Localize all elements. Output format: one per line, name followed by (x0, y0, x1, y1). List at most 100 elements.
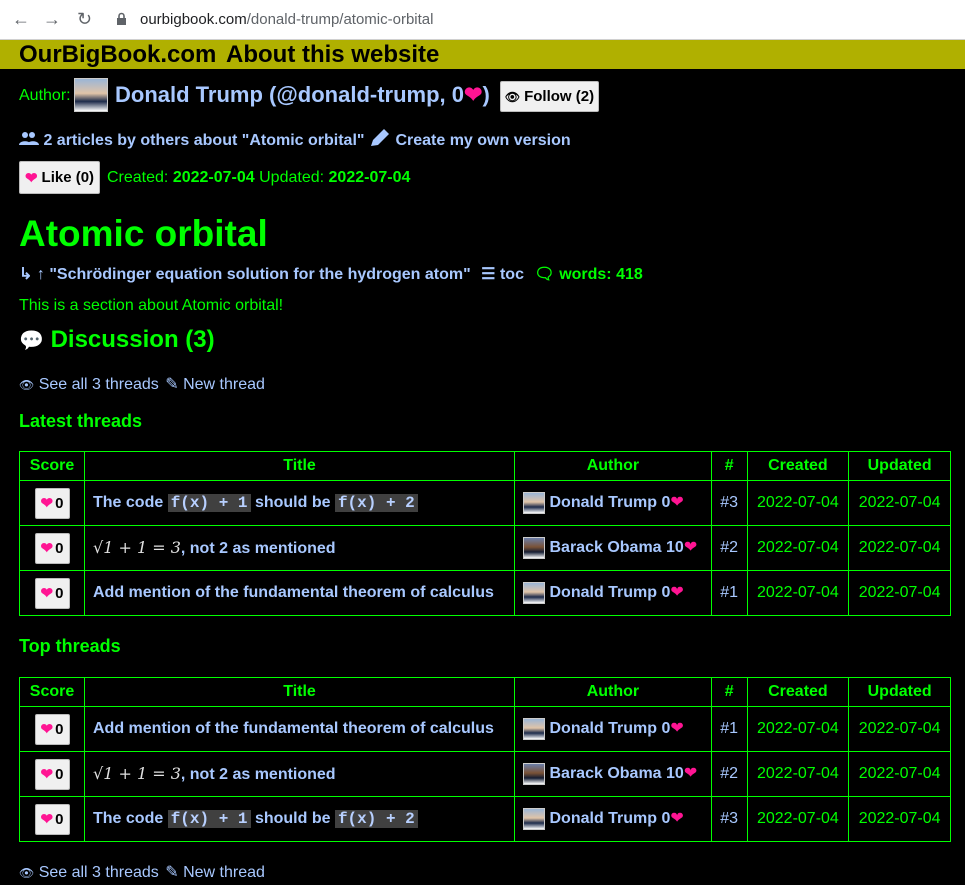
thread-title-link[interactable]: The code f(x) + 1 should be f(x) + 2 (93, 494, 418, 512)
back-arrow-icon[interactable]: ← (12, 9, 30, 30)
thread-number[interactable]: #2 (710, 751, 748, 797)
top-threads-table: Score Title Author # Created Updated ❤ 0 Add men… (19, 677, 951, 842)
like-thread-button[interactable]: ❤ 0 (34, 532, 70, 564)
like-thread-button[interactable]: ❤ 0 (34, 577, 70, 609)
updated-date: 2022-07-04 (848, 796, 951, 842)
author-link[interactable]: Donald Trump (@donald-trump, 0❤) (115, 82, 490, 108)
column-header[interactable]: Author (514, 451, 712, 481)
author-link[interactable]: Donald Trump 0❤ (523, 492, 684, 514)
column-header[interactable]: Created (746, 677, 850, 707)
author-link[interactable]: Donald Trump 0❤ (523, 718, 684, 740)
author-link[interactable]: Barack Obama 10❤ (523, 537, 697, 559)
about-link[interactable]: About this website (226, 41, 439, 69)
score-value: 0 (55, 494, 64, 512)
see-all-label: See all 3 threads (38, 376, 159, 393)
score-cell: ❤ 0 (19, 796, 85, 842)
comment-icon: 🗨 (534, 266, 555, 283)
thread-title-link[interactable]: Add mention of the fundamental theorem o… (93, 584, 494, 601)
see-all-threads-link[interactable]: 👁 See all 3 threads (19, 864, 159, 881)
article-body: This is a section about Atomic orbital! (19, 297, 284, 314)
table-row: ❤ 0 The code f(x) + 1 should be f(x) + 2 D… (19, 796, 951, 842)
column-header[interactable]: Title (83, 451, 516, 481)
avatar (523, 718, 546, 740)
heart-icon: ❤ (670, 810, 684, 828)
column-header[interactable]: Score (19, 451, 85, 481)
reload-icon[interactable]: ↻ (77, 9, 92, 30)
thread-title: Add mention of the fundamental theorem o… (93, 720, 494, 737)
column-header[interactable]: Score (19, 677, 85, 707)
updated-label: Updated: (259, 169, 325, 186)
updated-date: 2022-07-04 (848, 525, 951, 571)
latest-threads-table: Score Title Author # Created Updated ❤ 0 The cod… (19, 451, 951, 616)
author-cell: Donald Trump 0❤ (514, 480, 712, 526)
lock-icon[interactable] (116, 12, 127, 31)
others-articles-label: 2 articles by others about "Atomic orbit… (43, 132, 365, 149)
see-all-threads-link[interactable]: 👁 See all 3 threads (19, 376, 159, 393)
column-header[interactable]: # (710, 451, 748, 481)
inline-code: f(x) + 2 (334, 494, 418, 512)
discussion-links: 👁 See all 3 threads ✎ New thread (19, 374, 265, 394)
heart-icon: ❤ (40, 540, 54, 557)
math-expression: √1 + 1 = 3 (93, 538, 181, 557)
thread-title-link[interactable]: √1 + 1 = 3, not 2 as mentioned (93, 764, 336, 783)
thread-number[interactable]: #1 (710, 570, 748, 616)
author-cell: Barack Obama 10❤ (514, 525, 712, 571)
column-header[interactable]: # (710, 677, 748, 707)
column-header[interactable]: Author (514, 677, 712, 707)
follow-label: Follow (2) (524, 88, 595, 105)
score-cell: ❤ 0 (19, 525, 85, 571)
author-link[interactable]: Donald Trump 0❤ (523, 582, 684, 604)
thread-title-link[interactable]: √1 + 1 = 3, not 2 as mentioned (93, 538, 336, 557)
thread-title-link[interactable]: Add mention of the fundamental theorem o… (93, 720, 494, 737)
forward-arrow-icon[interactable]: → (43, 9, 61, 30)
score-value: 0 (55, 539, 64, 557)
like-thread-button[interactable]: ❤ 0 (34, 758, 70, 790)
created-date: 2022-07-04 (746, 480, 850, 526)
updated-date: 2022-07-04 (848, 706, 951, 752)
like-thread-button[interactable]: ❤ 0 (34, 803, 70, 835)
thread-number[interactable]: #3 (710, 796, 748, 842)
thread-title: should be (250, 810, 335, 827)
author-link[interactable]: Barack Obama 10❤ (523, 763, 697, 785)
author-cell: Donald Trump 0❤ (514, 570, 712, 616)
created-date: 2022-07-04 (746, 706, 850, 752)
column-header[interactable]: Updated (848, 451, 951, 481)
thread-number[interactable]: #1 (710, 706, 748, 752)
author-link[interactable]: Donald Trump 0❤ (523, 808, 684, 830)
heart-icon: ❤ (24, 169, 38, 187)
thread-title-link[interactable]: The code f(x) + 1 should be f(x) + 2 (93, 810, 418, 828)
site-home-link[interactable]: OurBigBook.com (19, 41, 216, 69)
thread-number[interactable]: #2 (710, 525, 748, 571)
author-name: Donald Trump 0 (549, 584, 671, 602)
like-thread-button[interactable]: ❤ 0 (34, 487, 70, 519)
updated-date: 2022-07-04 (848, 570, 951, 616)
author-avatar[interactable] (74, 78, 108, 112)
create-version-link[interactable]: Create my own version (369, 128, 571, 153)
parent-link[interactable]: ↳ ↑ "Schrödinger equation solution for t… (19, 266, 471, 283)
pencil-icon: ✎ (165, 864, 179, 881)
avatar (523, 582, 546, 604)
author-cell: Barack Obama 10❤ (514, 751, 712, 797)
column-header[interactable]: Created (746, 451, 850, 481)
column-header[interactable]: Title (83, 677, 516, 707)
others-articles-link[interactable]: 2 articles by others about "Atomic orbit… (19, 131, 364, 150)
toc-link[interactable]: ☰ toc (481, 266, 524, 283)
like-button[interactable]: ❤ Like (0) (19, 161, 100, 194)
header-row: Score Title Author # Created Updated (19, 677, 951, 707)
like-thread-button[interactable]: ❤ 0 (34, 713, 70, 745)
new-thread-link[interactable]: ✎ New thread (165, 864, 265, 881)
follow-button[interactable]: 👁 Follow (2) (500, 81, 599, 112)
title-cell: The code f(x) + 1 should be f(x) + 2 (83, 796, 516, 842)
score-value: 0 (55, 720, 64, 738)
thread-number[interactable]: #3 (710, 480, 748, 526)
address-bar[interactable]: ourbigbook.com/donald-trump/atomic-orbit… (140, 11, 433, 28)
score-value: 0 (55, 810, 64, 828)
updated-date: 2022-07-04 (848, 480, 951, 526)
heart-icon: ❤ (40, 766, 54, 783)
inline-code: f(x) + 1 (167, 810, 251, 828)
new-thread-link[interactable]: ✎ New thread (165, 376, 265, 393)
column-header[interactable]: Updated (848, 677, 951, 707)
created-date: 2022-07-04 (746, 751, 850, 797)
heart-icon: ❤ (670, 720, 684, 738)
avatar (523, 492, 546, 514)
